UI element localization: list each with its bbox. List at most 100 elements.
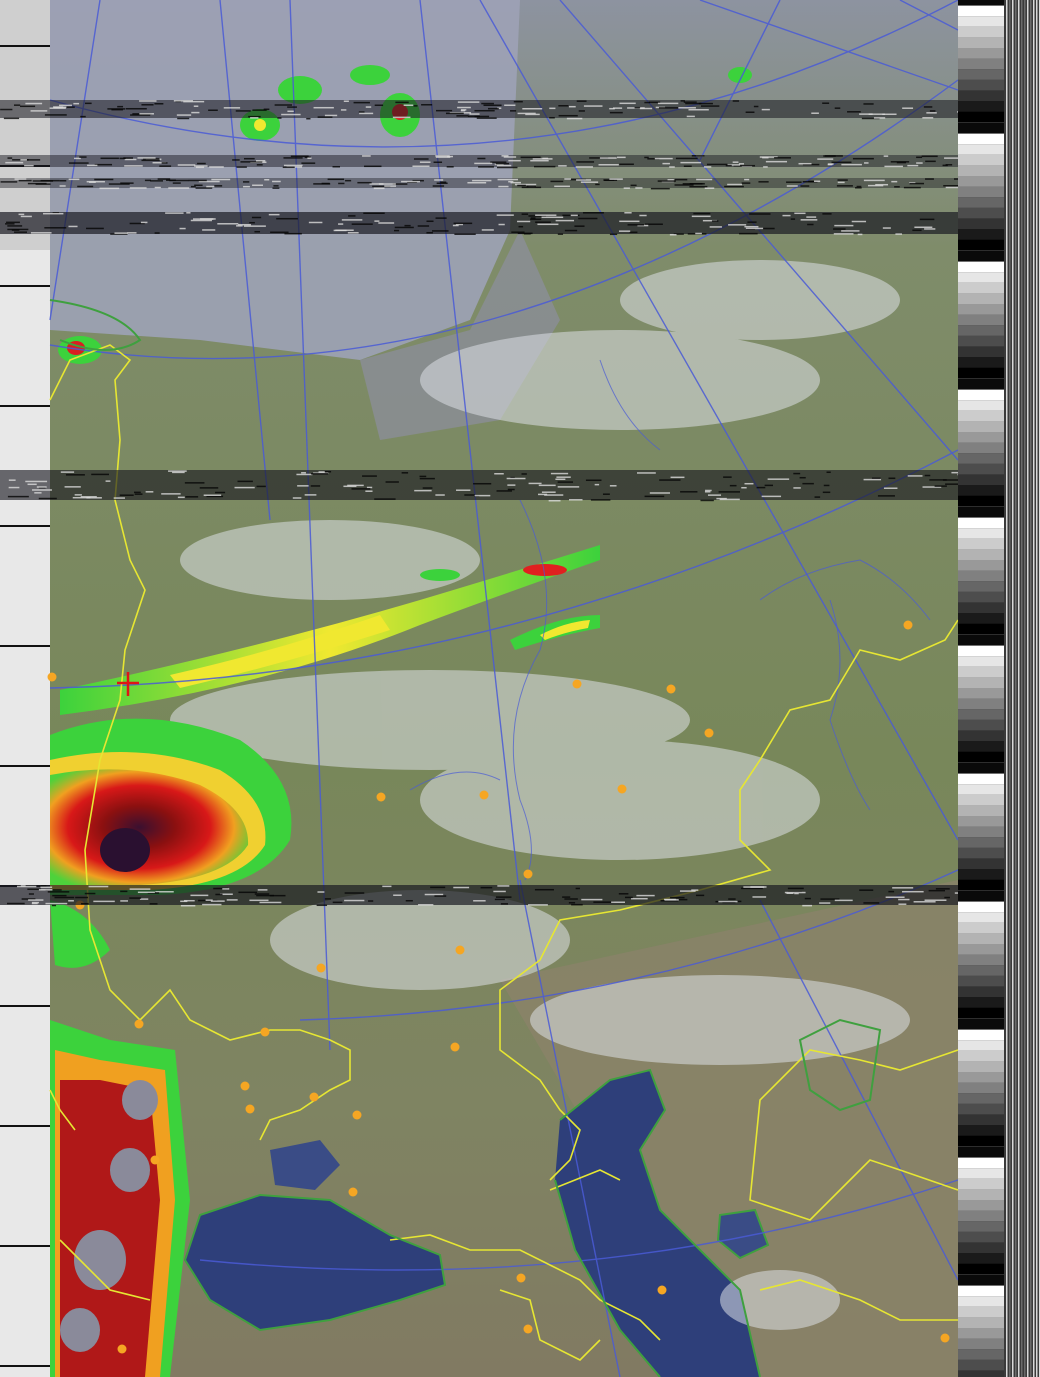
strip-tick (0, 1365, 50, 1367)
calibration-step (958, 954, 1004, 966)
calibration-step (958, 111, 1004, 123)
calibration-step (958, 1275, 1004, 1286)
calibration-step (958, 379, 1004, 390)
left-telemetry-strip (0, 0, 50, 1377)
strip-tick (0, 1245, 50, 1247)
calibration-step (958, 560, 1004, 571)
calibration-step (958, 869, 1004, 880)
city-dot (240, 1081, 250, 1091)
calibration-step (958, 432, 1004, 443)
city-dot (352, 1110, 362, 1120)
calibration-step (958, 485, 1004, 496)
calibration-step (958, 1061, 1004, 1072)
calibration-step (958, 944, 1004, 955)
city-dot (704, 728, 714, 738)
calibration-step (958, 26, 1004, 38)
noise-band (0, 885, 1040, 907)
calibration-step (958, 463, 1004, 475)
city-dot (260, 1027, 270, 1037)
calibration-step (958, 197, 1004, 208)
calibration-step (958, 688, 1004, 699)
calibration-step (958, 1306, 1004, 1318)
calibration-step (958, 16, 1004, 27)
calibration-step (958, 826, 1004, 838)
calibration-step (958, 165, 1004, 176)
calibration-step (958, 90, 1004, 101)
noise-band (0, 178, 1040, 190)
calibration-step (958, 123, 1004, 134)
calibration-step (958, 986, 1004, 997)
calibration-step (958, 1263, 1004, 1275)
calibration-step (958, 677, 1004, 688)
strip-tick (0, 1005, 50, 1007)
calibration-step (958, 912, 1004, 923)
calibration-step (958, 357, 1004, 368)
calibration-step (958, 837, 1004, 848)
calibration-step (958, 37, 1004, 48)
calibration-step (958, 495, 1004, 507)
calibration-step (958, 709, 1004, 720)
calibration-step (958, 1328, 1004, 1339)
calibration-step (958, 666, 1004, 678)
calibration-step (958, 975, 1004, 987)
city-dot (479, 790, 489, 800)
calibration-step (958, 1242, 1004, 1253)
calibration-step (958, 346, 1004, 357)
calibration-step (958, 933, 1004, 944)
calibration-step (958, 1231, 1004, 1243)
calibration-step (958, 794, 1004, 806)
calibration-step (958, 186, 1004, 198)
calibration-step (958, 58, 1004, 70)
calibration-step (958, 229, 1004, 240)
calibration-step (958, 1050, 1004, 1062)
city-dot (376, 792, 386, 802)
calibration-step (958, 507, 1004, 518)
city-dot (903, 620, 913, 630)
calibration-step (958, 635, 1004, 646)
strip-tick (0, 765, 50, 767)
calibration-step (958, 1200, 1004, 1211)
calibration-step (958, 69, 1004, 80)
city-dot (940, 1333, 950, 1343)
calibration-step (958, 282, 1004, 294)
calibration-step (958, 1019, 1004, 1030)
strip-tick (0, 525, 50, 527)
city-dot (516, 1273, 526, 1283)
calibration-step (958, 528, 1004, 539)
calibration-step (958, 773, 1004, 785)
calibration-step (958, 48, 1004, 59)
calibration-step (958, 805, 1004, 816)
city-dot (523, 869, 533, 879)
calibration-step (958, 847, 1004, 859)
calibration-step (958, 1178, 1004, 1190)
city-dot (134, 1019, 144, 1029)
calibration-step (958, 570, 1004, 582)
calibration-step (958, 623, 1004, 635)
image-area (47, 0, 959, 1377)
calibration-step (958, 1189, 1004, 1200)
calibration-step (958, 0, 1004, 6)
calibration-step (958, 645, 1004, 657)
calibration-step (958, 293, 1004, 304)
calibration-step (958, 272, 1004, 283)
calibration-step (958, 239, 1004, 251)
calibration-step (958, 1338, 1004, 1350)
calibration-step (958, 763, 1004, 774)
calibration-step (958, 1114, 1004, 1125)
calibration-step (958, 1359, 1004, 1371)
strip-tick (0, 645, 50, 647)
calibration-step (958, 538, 1004, 550)
calibration-step (958, 1221, 1004, 1232)
calibration-step (958, 1029, 1004, 1041)
calibration-step (958, 517, 1004, 529)
calibration-step (958, 891, 1004, 902)
city-dot (666, 684, 676, 694)
noise-band (0, 212, 1040, 236)
satellite-image (0, 0, 1040, 1377)
calibration-step (958, 251, 1004, 262)
calibration-step (958, 314, 1004, 326)
noise-band (0, 100, 1040, 120)
calibration-step (958, 367, 1004, 379)
calibration-step (958, 1103, 1004, 1115)
calibration-step (958, 1296, 1004, 1307)
